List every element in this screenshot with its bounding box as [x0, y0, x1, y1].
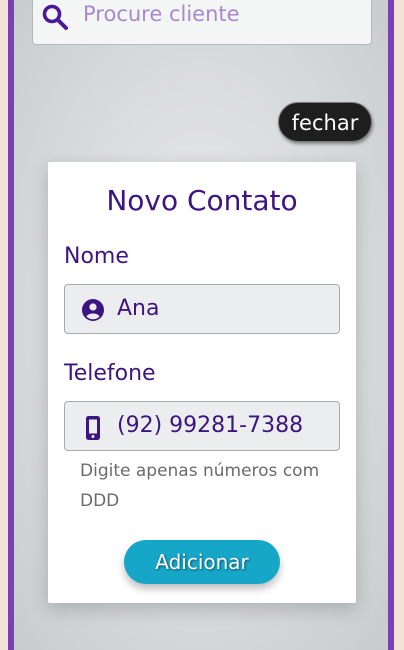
search-input[interactable]: Procure cliente [32, 0, 372, 45]
name-field[interactable]: Ana [64, 284, 340, 334]
search-icon [42, 4, 68, 30]
new-contact-card: Novo Contato Nome Ana Telefone (92) 9928… [48, 162, 356, 603]
form-title: Novo Contato [106, 184, 298, 217]
mobile-phone-icon [86, 416, 100, 440]
name-value: Ana [117, 296, 160, 321]
name-label: Nome [64, 244, 129, 269]
phone-label: Telefone [64, 361, 156, 386]
user-circle-icon [82, 299, 104, 321]
search-placeholder: Procure cliente [83, 2, 240, 26]
add-contact-button[interactable]: Adicionar [124, 540, 280, 584]
phone-hint: Digite apenas números com DDD [80, 461, 320, 511]
phone-field[interactable]: (92) 99281-7388 [64, 401, 340, 451]
phone-value: (92) 99281-7388 [117, 413, 304, 438]
close-button[interactable]: fechar [278, 102, 372, 142]
